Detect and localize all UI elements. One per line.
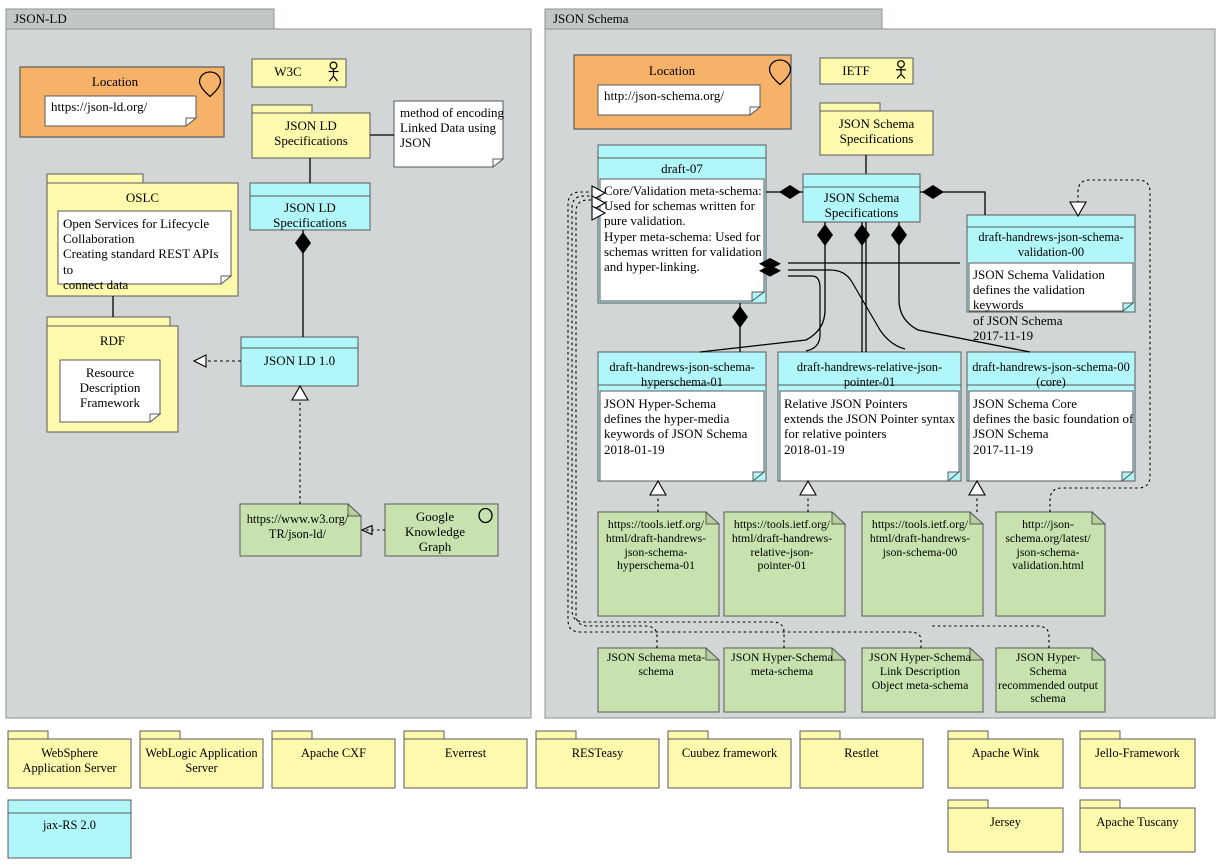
jsonschema-url-note-label-2: https://tools.ietf.org/ html/draft-handr… — [731, 517, 833, 573]
jsonschema-note-label-2: JSON Hyper-Schema meta-schema — [731, 650, 833, 678]
bottom-item-label-3: Everrest — [444, 746, 487, 760]
jsonld-spec-note-text: method of encoding Linked Data using JSO… — [400, 105, 504, 151]
bottom-item-label-7: Apache Wink — [971, 746, 1040, 760]
bottom-item-label-1: WebLogic Application Server — [145, 746, 258, 775]
jsonld-location-title: Location — [91, 74, 139, 89]
bottom-item-label-2: Apache CXF — [300, 746, 367, 760]
jsonschema-spec-class-label: JSON Schema Specifications — [823, 190, 900, 221]
jsonld-spec-class-label: JSON LD Specifications — [273, 200, 347, 231]
jsonschema-draft07-title: draft-07 — [661, 161, 703, 176]
diagram-canvas: JSON-LD JSON Schema Location https://jso… — [0, 0, 1221, 867]
bottom-item-label-8: Jello-Framework — [1095, 746, 1180, 760]
jsonld-actor-label: W3C — [274, 64, 302, 79]
jsonschema-location-title: Location — [648, 63, 696, 78]
bottom-item-label-6: Restlet — [844, 746, 879, 760]
jsonschema-relpointer01-note: Relative JSON Pointers extends the JSON … — [784, 396, 956, 457]
package-title-json-ld: JSON-LD — [14, 11, 67, 26]
bottom2-item-label-2: Apache Tuscany — [1096, 815, 1179, 829]
jsonschema-hyperschema01-title: draft-handrews-json-schema- hyperschema-… — [609, 360, 755, 389]
jsonschema-validation00-note: JSON Schema Validation defines the valid… — [973, 267, 1105, 343]
jsonschema-draft07-note: Core/Validation meta-schema: Used for sc… — [604, 183, 762, 275]
jsonld-w3c-url-label: https://www.w3.org/ TR/json-ld/ — [246, 512, 349, 541]
bottom2-item-label-0: jax-RS 2.0 — [42, 818, 96, 832]
jsonld-location-value[interactable]: https://json-ld.org/ — [51, 99, 201, 114]
jsonld-google-label: Google Knowledge Graph — [405, 509, 465, 555]
jsonschema-note-label-3: JSON Hyper-Schema Link Description Objec… — [869, 650, 971, 692]
jsonschema-url-note-label-4: http://json- schema.org/latest/ json-sch… — [1005, 517, 1091, 573]
jsonld-rdf-note: Resource Description Framework — [79, 365, 141, 411]
jsonschema-actor-label: IETF — [842, 63, 870, 78]
jsonschema-note-label-4: JSON Hyper-Schema recommended output sch… — [998, 650, 1098, 706]
jsonschema-spec-package-label: JSON Schema Specifications — [838, 116, 915, 147]
jsonld-oslc-note: Open Services for Lifecycle Collaboratio… — [63, 216, 219, 292]
jsonschema-url-note-label-3: https://tools.ietf.org/ html/draft-handr… — [869, 517, 971, 559]
bottom-item-label-0: WebSphere Application Server — [22, 746, 117, 775]
jsonschema-validation00-title: draft-handrews-json-schema- validation-0… — [978, 230, 1124, 259]
jsonschema-core00-note: JSON Schema Core defines the basic found… — [973, 396, 1134, 457]
jsonschema-core00-title: draft-handrews-json-schema-00 (core) — [972, 360, 1130, 389]
jsonld-oslc-title: OSLC — [125, 190, 160, 205]
package-title-json-schema: JSON Schema — [553, 11, 629, 26]
jsonld-rdf-title: RDF — [99, 333, 126, 348]
jsonschema-relpointer01-title: draft-handrews-relative-json- pointer-01 — [796, 360, 943, 389]
jsonschema-note-label-1: JSON Schema meta- schema — [606, 650, 706, 678]
jsonld-10-label: JSON LD 1.0 — [263, 353, 336, 368]
jsonschema-location-value[interactable]: http://json-schema.org/ — [604, 88, 764, 103]
bottom-item-label-5: Cuubez framework — [681, 746, 778, 760]
jsonschema-url-note-label-1: https://tools.ietf.org/ html/draft-handr… — [605, 517, 707, 573]
jsonld-spec-package-label: JSON LD Specifications — [274, 118, 348, 149]
jsonschema-hyperschema01-note: JSON Hyper-Schema defines the hyper-medi… — [604, 396, 748, 457]
bottom-item-label-4: RESTeasy — [571, 746, 624, 760]
bottom2-item-label-1: Jersey — [990, 815, 1021, 829]
